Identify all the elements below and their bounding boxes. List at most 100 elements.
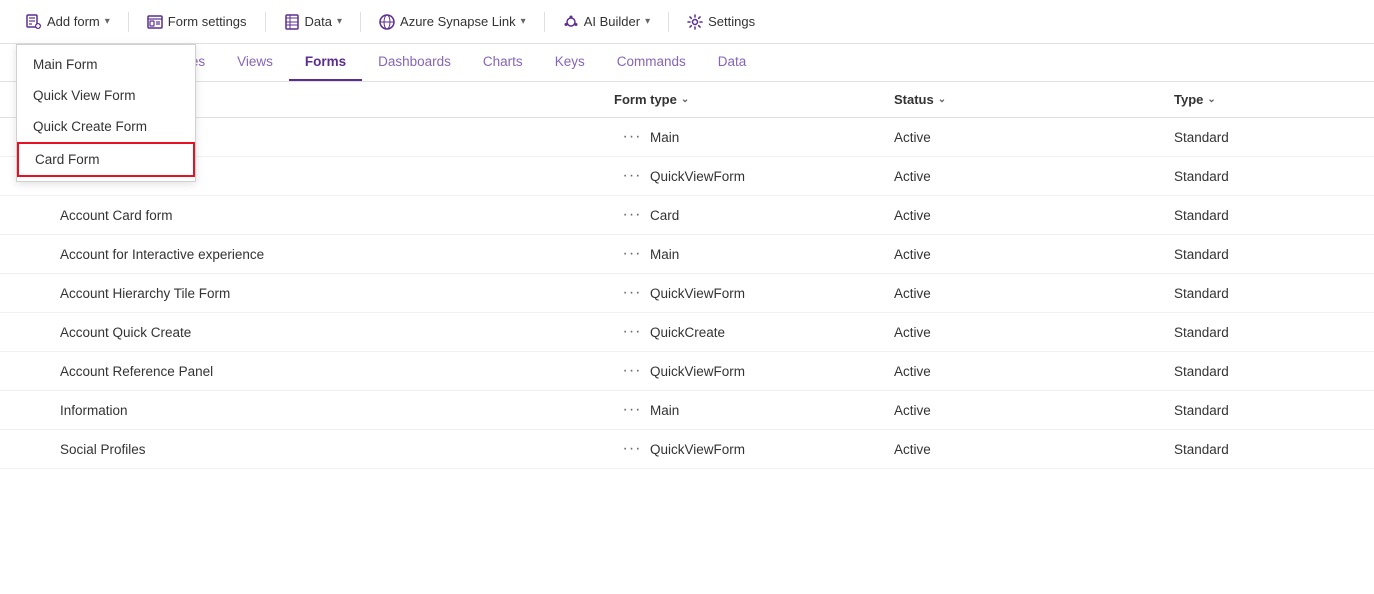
row-status-2: Active [894,208,1174,223]
data-chevron: ▾ [337,16,342,27]
azure-synapse-button[interactable]: Azure Synapse Link ▾ [369,9,536,35]
row-type-4: Standard [1174,286,1374,301]
row-dots-6[interactable]: ··· [614,362,650,380]
table-row: Account Hierarchy Tile Form ··· QuickVie… [0,274,1374,313]
separator-4 [544,12,545,32]
row-status-5: Active [894,325,1174,340]
table-header: Form type ⌄ Status ⌄ Type ⌄ [0,82,1374,118]
tab-commands[interactable]: Commands [601,44,702,81]
synapse-icon [379,14,395,30]
ai-builder-chevron: ▾ [645,16,650,27]
main-content: Form type ⌄ Status ⌄ Type ⌄ Account ··· … [0,82,1374,469]
dropdown-item-card-form[interactable]: Card Form [17,142,195,177]
add-form-chevron: ▾ [105,16,110,27]
form-settings-button[interactable]: Form settings [137,9,257,35]
dropdown-item-quick-create-form[interactable]: Quick Create Form [17,111,195,142]
formtype-sort-icon: ⌄ [681,94,689,105]
row-formtype-4: QuickViewForm [650,286,894,301]
table-row: Account Card form ··· Card Active Standa… [0,196,1374,235]
row-type-7: Standard [1174,403,1374,418]
col-type-label: Type [1174,92,1203,107]
row-status-3: Active [894,247,1174,262]
row-status-6: Active [894,364,1174,379]
row-name-2[interactable]: Account Card form [60,208,614,223]
table-row: Social Profiles ··· QuickViewForm Active… [0,430,1374,469]
tab-data[interactable]: Data [702,44,763,81]
row-name-7[interactable]: Information [60,403,614,418]
table-row: Account Reference Panel ··· QuickViewFor… [0,352,1374,391]
status-sort-icon: ⌄ [938,94,946,105]
separator-3 [360,12,361,32]
row-type-0: Standard [1174,130,1374,145]
table-row: account card ··· QuickViewForm Active St… [0,157,1374,196]
dropdown-item-main-form[interactable]: Main Form [17,49,195,80]
row-name-8[interactable]: Social Profiles [60,442,614,457]
row-status-4: Active [894,286,1174,301]
ai-builder-button[interactable]: AI Builder ▾ [553,9,660,35]
row-dots-8[interactable]: ··· [614,440,650,458]
row-status-8: Active [894,442,1174,457]
add-form-dropdown: Main Form Quick View Form Quick Create F… [16,44,196,182]
row-name-5[interactable]: Account Quick Create [60,325,614,340]
form-settings-icon [147,14,163,30]
table-row: Account ··· Main Active Standard [0,118,1374,157]
tab-dashboards[interactable]: Dashboards [362,44,467,81]
add-form-button[interactable]: Add form ▾ [16,9,120,35]
row-status-0: Active [894,130,1174,145]
ai-icon [563,14,579,30]
col-status-header[interactable]: Status ⌄ [894,92,1174,107]
data-button[interactable]: Data ▾ [274,9,353,35]
row-name-6[interactable]: Account Reference Panel [60,364,614,379]
col-type-header[interactable]: Type ⌄ [1174,92,1374,107]
tab-forms[interactable]: Forms [289,44,362,81]
data-label: Data [305,14,332,29]
azure-synapse-label: Azure Synapse Link [400,14,516,29]
form-settings-label: Form settings [168,14,247,29]
settings-label: Settings [708,14,755,29]
ai-builder-label: AI Builder [584,14,640,29]
row-type-6: Standard [1174,364,1374,379]
row-dots-4[interactable]: ··· [614,284,650,302]
dropdown-item-quick-view-form[interactable]: Quick View Form [17,80,195,111]
row-formtype-0: Main [650,130,894,145]
row-status-7: Active [894,403,1174,418]
col-formtype-header[interactable]: Form type ⌄ [614,92,894,107]
row-type-8: Standard [1174,442,1374,457]
tab-views[interactable]: Views [221,44,289,81]
tab-charts[interactable]: Charts [467,44,539,81]
add-form-icon [26,14,42,30]
separator-2 [265,12,266,32]
table-body: Account ··· Main Active Standard account… [0,118,1374,469]
row-formtype-3: Main [650,247,894,262]
row-formtype-6: QuickViewForm [650,364,894,379]
separator-5 [668,12,669,32]
separator-1 [128,12,129,32]
table-row: Information ··· Main Active Standard [0,391,1374,430]
add-form-label: Add form [47,14,100,29]
row-formtype-1: QuickViewForm [650,169,894,184]
row-type-1: Standard [1174,169,1374,184]
toolbar: Add form ▾ Form settings [0,0,1374,44]
gear-icon [687,14,703,30]
settings-button[interactable]: Settings [677,9,765,35]
col-status-label: Status [894,92,934,107]
row-type-3: Standard [1174,247,1374,262]
tab-keys[interactable]: Keys [539,44,601,81]
row-formtype-2: Card [650,208,894,223]
row-dots-5[interactable]: ··· [614,323,650,341]
row-formtype-7: Main [650,403,894,418]
row-name-4[interactable]: Account Hierarchy Tile Form [60,286,614,301]
data-icon [284,14,300,30]
row-dots-1[interactable]: ··· [614,167,650,185]
row-formtype-5: QuickCreate [650,325,894,340]
table-row: Account Quick Create ··· QuickCreate Act… [0,313,1374,352]
row-formtype-8: QuickViewForm [650,442,894,457]
type-sort-icon: ⌄ [1207,94,1215,105]
row-dots-2[interactable]: ··· [614,206,650,224]
row-dots-7[interactable]: ··· [614,401,650,419]
azure-synapse-chevron: ▾ [521,16,526,27]
table-row: Account for Interactive experience ··· M… [0,235,1374,274]
row-dots-0[interactable]: ··· [614,128,650,146]
row-name-3[interactable]: Account for Interactive experience [60,247,614,262]
row-dots-3[interactable]: ··· [614,245,650,263]
